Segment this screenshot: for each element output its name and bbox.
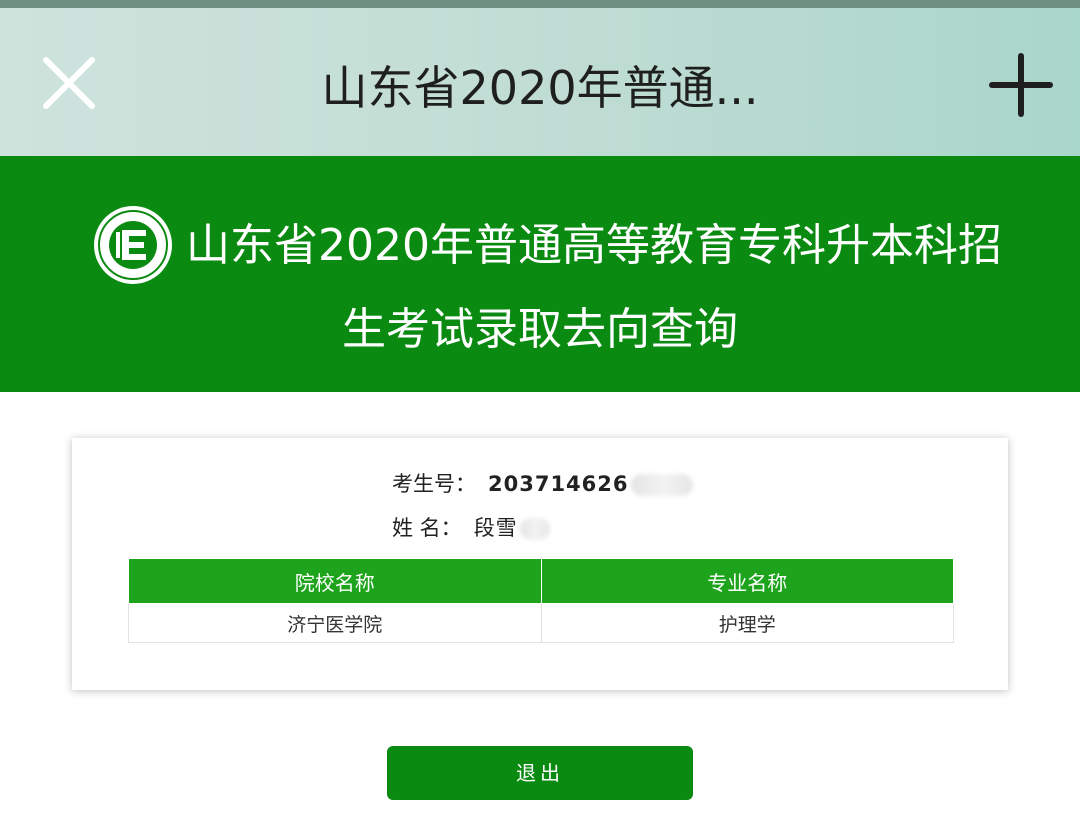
banner-title-line1: 山东省2020年普通高等教育专科升本科招 <box>186 220 1002 271</box>
plus-icon[interactable] <box>982 46 1060 124</box>
student-name-value: 段雪 <box>473 516 518 540</box>
result-card: 考生号： 203714626 姓 名： 段雪 院校名称 专业名称 济宁医学院 护理学 <box>72 438 1008 690</box>
student-id-value: 203714626 <box>488 472 629 496</box>
banner-title-line2: 生考试录取去向查询 <box>342 304 738 355</box>
column-header-school: 院校名称 <box>128 558 542 604</box>
window-title: 山东省2020年普通... <box>321 61 759 115</box>
title-bar: 山东省2020年普通... <box>0 8 1080 156</box>
major-name-cell: 护理学 <box>540 603 954 643</box>
student-id-row: 考生号： 203714626 <box>392 466 693 502</box>
table-row: 济宁医学院 护理学 <box>128 603 954 643</box>
redaction-blur <box>630 474 693 496</box>
school-name-cell: 济宁医学院 <box>128 603 542 643</box>
student-name-row: 姓 名： 段雪 <box>392 510 550 546</box>
student-id-label: 考生号： <box>392 472 476 496</box>
close-icon[interactable] <box>32 46 106 120</box>
result-table: 院校名称 专业名称 济宁医学院 护理学 <box>128 558 954 643</box>
table-header-row: 院校名称 专业名称 <box>128 558 954 604</box>
exit-button[interactable]: 退出 <box>387 746 693 800</box>
status-strip <box>0 0 1080 8</box>
column-header-major: 专业名称 <box>540 558 954 604</box>
exam-authority-logo <box>94 206 172 284</box>
redaction-blur <box>519 518 550 540</box>
student-name-label: 姓 名： <box>392 516 462 540</box>
